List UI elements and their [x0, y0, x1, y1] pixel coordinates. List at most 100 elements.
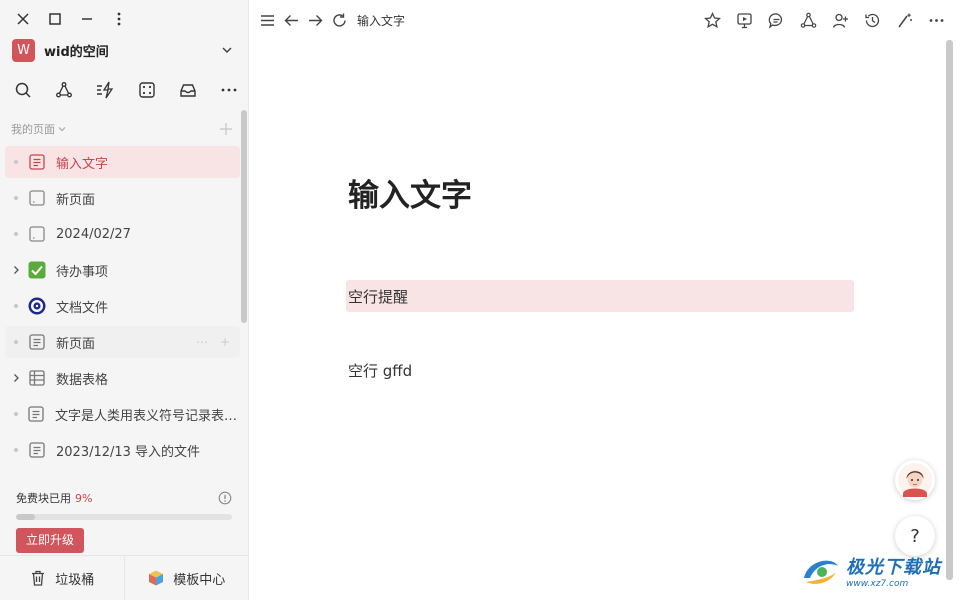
bullet-dot [14, 196, 18, 200]
ai-assistant-avatar[interactable] [895, 460, 935, 500]
text-block-highlighted[interactable]: 空行提醒 [346, 280, 854, 312]
page-label: 2023/12/13 导入的文件 [56, 444, 201, 460]
toolbar-actions [690, 10, 946, 30]
menu-icon[interactable] [257, 10, 277, 30]
editor-area: 输入文字 输入文字 空行提醒 空行 gffd ? [249, 0, 960, 600]
back-arrow-icon[interactable] [281, 10, 301, 30]
sidebar-toolbar [13, 80, 239, 100]
template-center-label: 模板中心 [173, 572, 226, 588]
blank-page-icon [27, 224, 47, 244]
editor-scrollbar[interactable] [946, 40, 953, 580]
history-icon[interactable] [862, 10, 882, 30]
dice-icon[interactable] [137, 80, 157, 100]
target-icon [27, 296, 47, 316]
page-label: 文字是人类用表义符号记录表达信息以传之久远的方式和工具 [55, 408, 240, 424]
document: 输入文字 空行提醒 空行 gffd [346, 170, 854, 380]
expand-toggle[interactable] [5, 362, 27, 394]
bullet-dot [13, 412, 18, 416]
bullet [5, 182, 27, 214]
bullet [5, 434, 27, 466]
template-center-button[interactable]: 模板中心 [123, 556, 249, 600]
workspace-avatar: W [12, 38, 35, 62]
add-user-icon[interactable] [830, 10, 850, 30]
maximize-icon[interactable] [45, 9, 65, 29]
workspace-name: wid的空间 [44, 44, 109, 60]
bullet [5, 398, 26, 430]
page-label: 待办事项 [56, 264, 109, 280]
presentation-icon[interactable] [734, 10, 754, 30]
sidebar: W wid的空间 我的页面 输入文字 新页面 2024/02/27 待办事项 文… [0, 0, 249, 600]
workspace-switcher[interactable]: W wid的空间 [12, 38, 234, 62]
bullet [5, 290, 27, 322]
more-icon[interactable]: ⋯ [196, 335, 208, 349]
bullet-dot [14, 340, 18, 344]
page-item[interactable]: 输入文字 [5, 146, 240, 178]
page-item[interactable]: 文档文件 [5, 290, 240, 322]
page-label: 新页面 [56, 336, 96, 352]
comment-icon[interactable] [766, 10, 786, 30]
add-subpage-icon[interactable]: + [220, 335, 230, 349]
bullet [5, 218, 27, 250]
quota-panel: 免费块已用 9% 立即升级 [16, 490, 232, 553]
table-icon [27, 368, 47, 388]
bullet-dot [14, 160, 18, 164]
more-icon[interactable] [219, 80, 239, 100]
inbox-icon[interactable] [178, 80, 198, 100]
page-label: 输入文字 [56, 156, 109, 172]
page-label: 新页面 [56, 192, 96, 208]
bullet-dot [14, 448, 18, 452]
chevron-down-icon [222, 47, 232, 54]
bullet-dot [14, 304, 18, 308]
text-block[interactable]: 空行 gffd [348, 360, 412, 381]
page-item[interactable]: 待办事项 [5, 254, 240, 286]
graph-icon[interactable] [798, 10, 818, 30]
chevron-right-icon[interactable] [11, 265, 21, 275]
more-vertical-icon[interactable] [109, 9, 129, 29]
chevron-down-icon [58, 127, 66, 132]
doc-icon [27, 152, 47, 172]
refresh-icon[interactable] [329, 10, 349, 30]
page-item[interactable]: 2023/12/13 导入的文件 [5, 434, 240, 466]
page-item[interactable]: 数据表格 [5, 362, 240, 394]
page-label: 文档文件 [56, 300, 109, 316]
blank-page-icon [27, 188, 47, 208]
checkbox-icon [27, 260, 47, 280]
page-title[interactable]: 输入文字 [348, 170, 854, 220]
magic-wand-icon[interactable] [894, 10, 914, 30]
upgrade-button[interactable]: 立即升级 [16, 528, 85, 553]
page-item[interactable]: 新页面 [5, 182, 240, 214]
bullet-dot [14, 232, 18, 236]
expand-toggle[interactable] [5, 254, 27, 286]
breadcrumb[interactable]: 输入文字 [357, 12, 405, 29]
watermark-text: 极光下载站 www.xz7.com [846, 553, 941, 589]
info-icon[interactable] [218, 491, 232, 505]
more-icon[interactable] [926, 10, 946, 30]
doc-icon [27, 440, 47, 460]
top-toolbar: 输入文字 [257, 8, 946, 32]
quota-label: 免费块已用 [16, 492, 71, 505]
page-item[interactable]: 2024/02/27 [5, 218, 240, 250]
sidebar-scrollbar[interactable] [241, 110, 247, 323]
page-item[interactable]: 文字是人类用表义符号记录表达信息以传之久远的方式和工具 [5, 398, 240, 430]
star-icon[interactable] [702, 10, 722, 30]
page-item[interactable]: 新页面 ⋯ + [5, 326, 240, 358]
trash-button[interactable]: 垃圾桶 [0, 556, 124, 600]
quota-progress-bar [16, 514, 232, 520]
chevron-right-icon[interactable] [11, 373, 21, 383]
watermark-swirl-icon [804, 560, 838, 584]
my-pages-header[interactable]: 我的页面 [11, 121, 233, 137]
quota-percent: 9% [75, 491, 93, 505]
close-icon[interactable] [13, 9, 33, 29]
add-page-icon[interactable] [219, 122, 233, 136]
app-window: W wid的空间 我的页面 输入文字 新页面 2024/02/27 待办事项 文… [0, 0, 960, 600]
page-label: 2024/02/27 [56, 226, 131, 242]
watermark-logo: 极光下载站 www.xz7.com [800, 548, 958, 594]
flash-icon[interactable] [95, 80, 115, 100]
page-label: 数据表格 [56, 372, 109, 388]
forward-arrow-icon[interactable] [305, 10, 325, 30]
watermark-main: 极光下载站 [846, 557, 941, 578]
graph-icon[interactable] [54, 80, 74, 100]
minimize-icon[interactable] [77, 9, 97, 29]
watermark-sub: www.xz7.com [846, 579, 909, 589]
search-icon[interactable] [13, 80, 33, 100]
